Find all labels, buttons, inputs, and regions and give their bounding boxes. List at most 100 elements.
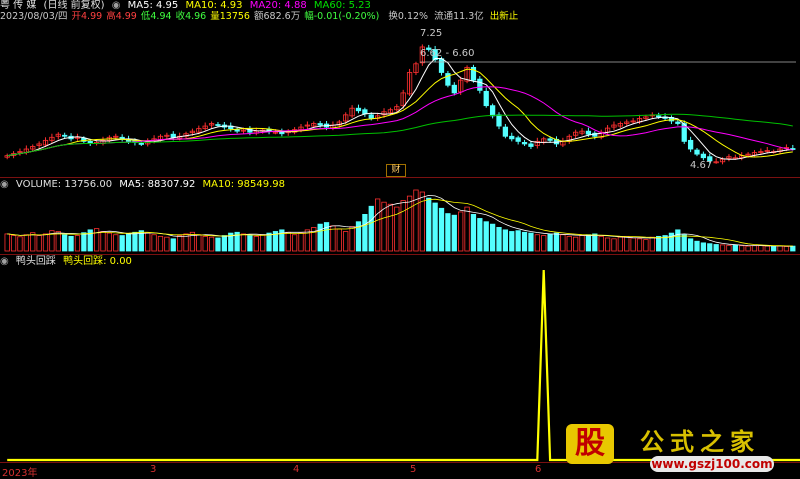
- volume-bar: [771, 246, 777, 252]
- volume-bar: [700, 242, 707, 252]
- volume-bar: [30, 232, 36, 252]
- volume-bar: [777, 245, 783, 252]
- volume-bar: [598, 235, 604, 252]
- xaxis-label: 4: [293, 464, 300, 475]
- volume-bar: [534, 234, 540, 252]
- volume-bar: [732, 244, 738, 252]
- volume-bar: [592, 233, 598, 252]
- xaxis-label: 6: [535, 464, 542, 475]
- volume-bar: [240, 233, 247, 252]
- xaxis-label: 3: [150, 464, 157, 475]
- volume-bar: [368, 205, 374, 252]
- candle-body: [515, 137, 521, 142]
- volume-bar: [438, 207, 445, 252]
- candle-body: [317, 123, 323, 126]
- volume-bar: [291, 234, 298, 252]
- volume-bar: [687, 238, 694, 252]
- volume-bar: [42, 233, 49, 252]
- volume-bar: [349, 226, 355, 252]
- volume-bar: [745, 245, 751, 252]
- finance-badge[interactable]: 财: [386, 164, 406, 177]
- volume-bar: [343, 231, 349, 252]
- volume-bar: [406, 195, 413, 252]
- candle-body: [528, 143, 534, 147]
- volume-bar: [4, 233, 10, 252]
- volume-bar: [81, 232, 87, 252]
- volume-bar: [253, 235, 259, 252]
- volume-bar: [74, 235, 81, 252]
- volume-bar: [566, 235, 572, 252]
- volume-bar: [426, 197, 432, 252]
- volume-bar: [458, 211, 464, 252]
- volume-bar: [489, 223, 496, 252]
- volume-bar: [681, 234, 687, 252]
- candle-body: [355, 107, 362, 112]
- peak-label: 7.25: [420, 28, 443, 39]
- volume-bar: [783, 246, 790, 252]
- volume-bar: [560, 234, 566, 252]
- ma10-line: [7, 68, 793, 158]
- candle-body: [496, 114, 502, 127]
- volume-bar: [541, 235, 547, 252]
- volume-bar: [432, 202, 438, 252]
- logo-gu-icon: 股: [566, 424, 614, 464]
- candle-body: [438, 58, 445, 73]
- candle-body: [547, 138, 553, 141]
- candle-body: [585, 130, 592, 135]
- candle-body: [483, 90, 489, 107]
- volume-bar: [100, 231, 106, 252]
- volume-bar: [573, 236, 579, 252]
- volume-bar: [758, 244, 764, 252]
- candle-body: [521, 141, 528, 145]
- volume-bar: [751, 245, 758, 252]
- candle-body: [509, 135, 515, 140]
- ma20-line: [7, 86, 793, 157]
- candle-body: [675, 121, 681, 124]
- volume-bar: [247, 235, 253, 252]
- candle-body: [694, 149, 700, 155]
- candle-body: [279, 131, 285, 135]
- volume-bar: [624, 235, 630, 252]
- volume-bar: [260, 234, 266, 252]
- volume-bar: [400, 200, 406, 252]
- volume-bar: [713, 244, 719, 252]
- volume-bar: [502, 229, 509, 252]
- volume-bar: [221, 235, 227, 252]
- chart-canvas[interactable]: [0, 0, 800, 477]
- volume-bar: [375, 198, 381, 252]
- volume-bar: [694, 240, 700, 252]
- volume-bar: [470, 213, 477, 252]
- candle-body: [368, 114, 374, 119]
- volume-bar: [215, 237, 221, 252]
- volume-bar: [157, 235, 164, 252]
- volume-bar: [739, 245, 745, 252]
- volume-bar: [17, 236, 23, 252]
- volume-bar: [483, 221, 489, 252]
- volume-bar: [113, 234, 119, 252]
- volume-bar: [202, 235, 208, 252]
- volume-bar: [585, 234, 592, 252]
- volume-bar: [196, 234, 202, 252]
- volume-bar: [164, 236, 170, 252]
- volume-bar: [464, 206, 470, 252]
- volume-bar: [36, 235, 42, 252]
- volume-bar: [764, 245, 770, 252]
- volume-bar: [62, 234, 68, 252]
- volume-bar: [208, 236, 215, 252]
- candle-body: [502, 126, 509, 137]
- candle-body: [477, 78, 483, 91]
- volume-bar: [547, 233, 553, 252]
- volume-bar: [145, 232, 151, 252]
- volume-bar: [125, 233, 132, 252]
- candle-body: [451, 84, 457, 94]
- volume-bar: [177, 235, 183, 252]
- volume-bar: [68, 235, 74, 252]
- candle-body: [489, 105, 496, 117]
- volume-bar: [636, 238, 643, 252]
- logo-title: 公式之家: [640, 427, 760, 456]
- volume-ma10-line: [7, 198, 793, 247]
- volume-bar: [132, 231, 138, 252]
- candle-body: [138, 143, 144, 145]
- volume-bar: [553, 232, 560, 252]
- candle-body: [234, 129, 240, 132]
